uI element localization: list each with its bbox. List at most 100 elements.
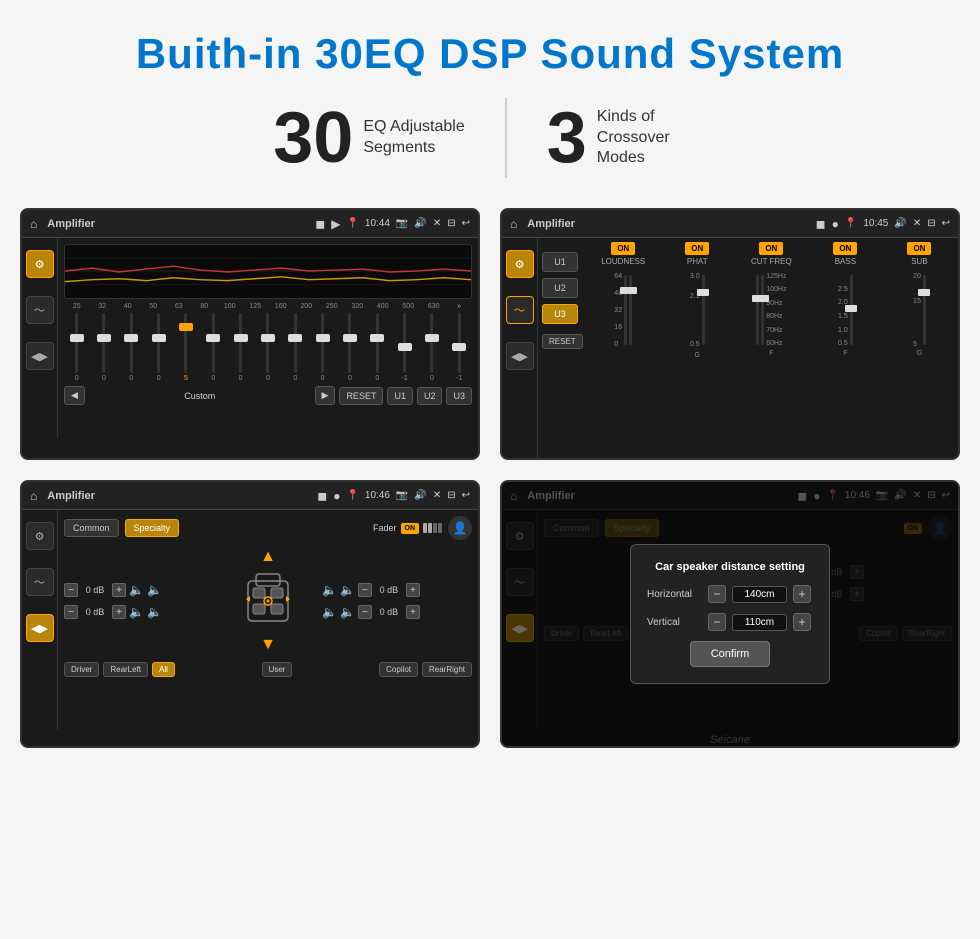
sidebar-wave-btn-2[interactable]: 〜 (506, 296, 534, 324)
sidebar-eq-btn-2[interactable]: ⚙ (506, 250, 534, 278)
cutfreq-slider-2[interactable] (761, 275, 764, 345)
loudness-on-btn[interactable]: ON (611, 242, 635, 255)
eq-slider-8[interactable]: 0 (283, 312, 308, 382)
eq-slider-6[interactable]: 0 (228, 312, 253, 382)
eq-u3-btn[interactable]: U3 (446, 387, 472, 405)
time-3: 10:46 (365, 490, 390, 501)
topbar-right-1: 📍 10:44 📷 🔊 ✕ ⊟ ↩ (346, 218, 470, 229)
home-icon-3[interactable]: ⌂ (30, 489, 37, 503)
confirm-button[interactable]: Confirm (690, 641, 771, 667)
sidebar-vol-btn[interactable]: ◀▶ (26, 342, 54, 370)
xover-u3-btn[interactable]: U3 (542, 304, 578, 324)
right-bottom-minus[interactable]: − (358, 605, 372, 619)
right-top-db: 🔈 🔈 − 0 dB + (322, 583, 472, 597)
back-icon-2[interactable]: ↩ (942, 218, 950, 229)
eq-slider-5[interactable]: 0 (201, 312, 226, 382)
xover-reset-btn[interactable]: RESET (542, 334, 583, 349)
phat-slider[interactable] (702, 275, 705, 345)
eq-slider-11[interactable]: 0 (365, 312, 390, 382)
xover-u2-btn[interactable]: U2 (542, 278, 578, 298)
user-zone-btn[interactable]: User (262, 662, 293, 677)
close-icon-3[interactable]: ✕ (433, 490, 441, 501)
sidebar-vol-btn-3[interactable]: ◀▶ (26, 614, 54, 642)
eq-slider-14[interactable]: -1 (447, 312, 472, 382)
cutfreq-slider[interactable] (756, 275, 759, 345)
driver-zone-btn[interactable]: Driver (64, 662, 99, 677)
bass-on-btn[interactable]: ON (833, 242, 857, 255)
eq-expand-btn[interactable]: » (447, 303, 473, 310)
eq-slider-12[interactable]: -1 (392, 312, 417, 382)
eq-slider-0[interactable]: 0 (64, 312, 89, 382)
sub-on-btn[interactable]: ON (907, 242, 931, 255)
eq-preset-label: Custom (89, 391, 311, 401)
speaker-icon-left-bottom: 🔈 (129, 605, 144, 619)
loudness-slider-2[interactable] (629, 275, 632, 345)
loudness-slider[interactable] (624, 275, 627, 345)
eq-slider-1[interactable]: 0 (91, 312, 116, 382)
eq-slider-3[interactable]: 0 (146, 312, 171, 382)
screen-crossover: ⌂ Amplifier ◼ ● 📍 10:45 🔊 ✕ ⊟ ↩ ⚙ 〜 ◀▶ (500, 208, 960, 460)
car-up-arrow[interactable]: ▲ (260, 548, 276, 566)
fader-on-btn[interactable]: ON (401, 523, 420, 534)
sidebar-vol-btn-2[interactable]: ◀▶ (506, 342, 534, 370)
right-top-minus[interactable]: − (358, 583, 372, 597)
left-bottom-minus[interactable]: − (64, 605, 78, 619)
xover-u1-btn[interactable]: U1 (542, 252, 578, 272)
eq-slider-10[interactable]: 0 (337, 312, 362, 382)
left-top-plus[interactable]: + (112, 583, 126, 597)
vertical-minus-btn[interactable]: − (708, 613, 726, 631)
copilot-zone-btn[interactable]: Copilot (379, 662, 418, 677)
left-bottom-plus[interactable]: + (112, 605, 126, 619)
right-top-plus[interactable]: + (406, 583, 420, 597)
bass-slider[interactable] (850, 275, 853, 345)
rearleft-zone-btn[interactable]: RearLeft (103, 662, 148, 677)
location-icon-1: 📍 (346, 218, 358, 229)
common-preset-btn[interactable]: Common (64, 519, 119, 537)
sidebar-wave-btn[interactable]: 〜 (26, 296, 54, 324)
close-icon-2[interactable]: ✕ (913, 218, 921, 229)
eq-slider-4[interactable]: 5 (173, 312, 198, 382)
cutfreq-label: CUT FREQ (751, 257, 792, 266)
eq-u1-btn[interactable]: U1 (387, 387, 413, 405)
fader-bars (423, 523, 442, 533)
home-icon-2[interactable]: ⌂ (510, 217, 517, 231)
bass-label: BASS (835, 257, 856, 266)
eq-slider-7[interactable]: 0 (255, 312, 280, 382)
car-down-arrow[interactable]: ▼ (260, 636, 276, 654)
cutfreq-on-btn[interactable]: ON (759, 242, 783, 255)
play-icon-1[interactable]: ▶ (331, 217, 340, 231)
user-icon[interactable]: 👤 (448, 516, 472, 540)
rearright-zone-btn[interactable]: RearRight (422, 662, 472, 677)
zone-buttons: Driver RearLeft All User Copilot RearRig… (64, 662, 472, 677)
sidebar-eq-btn[interactable]: ⚙ (26, 250, 54, 278)
speaker-icon-left-bottom-2: 🔈 (147, 605, 162, 619)
eq-slider-13[interactable]: 0 (419, 312, 444, 382)
vertical-plus-btn[interactable]: + (793, 613, 811, 631)
eq-slider-9[interactable]: 0 (310, 312, 335, 382)
eq-next-btn[interactable]: ▶ (315, 386, 336, 405)
eq-reset-btn[interactable]: RESET (339, 387, 383, 405)
distance-modal: Car speaker distance setting Horizontal … (630, 544, 830, 684)
eq-label-0: 25 (64, 303, 90, 310)
phat-on-btn[interactable]: ON (685, 242, 709, 255)
eq-slider-2[interactable]: 0 (119, 312, 144, 382)
left-top-minus[interactable]: − (64, 583, 78, 597)
specialty-preset-btn[interactable]: Specialty (125, 519, 180, 537)
eq-prev-btn[interactable]: ◀ (64, 386, 85, 405)
sidebar-3: ⚙ 〜 ◀▶ (22, 510, 58, 730)
sidebar-eq-btn-3[interactable]: ⚙ (26, 522, 54, 550)
back-icon-1[interactable]: ↩ (462, 218, 470, 229)
horizontal-plus-btn[interactable]: + (793, 585, 811, 603)
horizontal-minus-btn[interactable]: − (708, 585, 726, 603)
close-icon-1[interactable]: ✕ (433, 218, 441, 229)
sidebar-wave-btn-3[interactable]: 〜 (26, 568, 54, 596)
sub-slider[interactable] (923, 275, 926, 345)
back-icon-3[interactable]: ↩ (462, 490, 470, 501)
home-icon[interactable]: ⌂ (30, 217, 37, 231)
right-bottom-plus[interactable]: + (406, 605, 420, 619)
eq-u2-btn[interactable]: U2 (417, 387, 443, 405)
all-zone-btn[interactable]: All (152, 662, 175, 677)
speaker-main-grid: − 0 dB + 🔈 🔈 − 0 dB + 🔈 🔈 (64, 548, 472, 654)
stat-crossover-text: Kinds ofCrossover Modes (597, 107, 707, 169)
location-icon-2: 📍 (845, 218, 857, 229)
